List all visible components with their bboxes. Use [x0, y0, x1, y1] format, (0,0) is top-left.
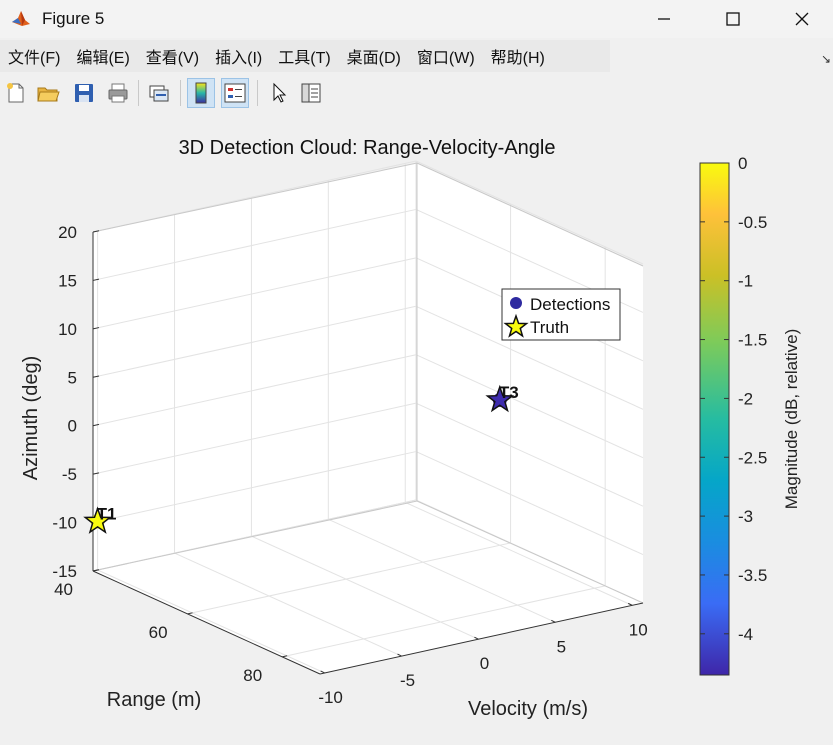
maximize-icon [726, 12, 740, 26]
new-figure-icon [7, 83, 24, 103]
target-label: T3 [499, 383, 519, 402]
y-tick-label: 5 [557, 637, 566, 656]
z-tick-label: -15 [52, 562, 77, 581]
title-bar: Figure 5 [0, 0, 833, 38]
legend[interactable]: Detections Truth [501, 288, 621, 341]
maximize-button[interactable] [699, 0, 767, 38]
minimize-icon [658, 18, 670, 20]
close-icon [795, 12, 809, 26]
chart-title: 3D Detection Cloud: Range-Velocity-Angle [179, 137, 556, 159]
print-button[interactable] [104, 78, 132, 108]
x-tick-label: 40 [54, 580, 73, 599]
z-tick-label: 0 [68, 417, 77, 436]
colorbar-label: Magnitude (dB, relative) [782, 329, 801, 509]
save-button[interactable] [70, 78, 98, 108]
print-icon [108, 83, 128, 103]
toolbar-separator [257, 80, 258, 106]
window-title: Figure 5 [42, 9, 105, 28]
y-tick-label: -10 [318, 688, 343, 707]
menu-item[interactable]: 帮助(H) [483, 44, 553, 68]
menu-item[interactable]: 查看(V) [138, 44, 207, 68]
matlab-logo-icon [12, 11, 30, 26]
save-icon [75, 84, 93, 102]
colorbar-toggle-icon [195, 82, 207, 104]
toolbar [0, 74, 833, 112]
menu-bar: 文件(F) 编辑(E) 查看(V) 插入(I) 工具(T) 桌面(D) 窗口(W) 帮助(H)… [0, 40, 833, 72]
y-tick-label: 10 [629, 620, 648, 639]
toolbar-separator [180, 80, 181, 106]
y-tick-label: 0 [480, 654, 489, 673]
x-tick-label: 60 [149, 623, 168, 642]
legend-detections-marker [510, 297, 522, 309]
open-icon [37, 87, 60, 102]
menu-overflow-icon[interactable]: ↘ [821, 52, 831, 66]
colorbar-toggle-button[interactable] [187, 78, 215, 108]
figure-window: Figure 5 文件(F) 编辑(E) 查看(V) 插入(I) 工具(T) 桌面(D) 窗… [0, 0, 833, 745]
menu-item[interactable]: 窗口(W) [409, 44, 483, 68]
colorbar-tick-label: -3.5 [738, 566, 767, 585]
menu-item[interactable]: 桌面(D) [339, 44, 409, 68]
colorbar-tick-label: 0 [738, 154, 747, 173]
y-tick-label: -5 [400, 671, 415, 690]
z-tick-label: 15 [58, 271, 77, 290]
legend-truth-label: Truth [530, 318, 569, 337]
legend-toggle-icon [224, 83, 246, 103]
legend-toggle-button[interactable] [221, 78, 249, 108]
property-inspector-icon [301, 83, 321, 103]
colorbar-tick-label: -1 [738, 272, 753, 291]
colorbar-tick-label: -0.5 [738, 213, 767, 232]
z-tick-label: 5 [68, 368, 77, 387]
minimize-button[interactable] [630, 0, 698, 38]
colorbar[interactable]: 0 -0.5 -1 -1.5 -2 -2.5 -3 -3.5 -4 Magnitude (dB,… [699, 154, 801, 676]
x-tick-label: 80 [243, 666, 262, 685]
close-button[interactable] [768, 0, 833, 38]
colorbar-tick-label: -2 [738, 389, 753, 408]
chart-area: -15-10-505101520406080-10-50510 T1T2T3 3… [20, 50, 801, 720]
open-button[interactable] [34, 78, 62, 108]
pointer-button[interactable] [265, 78, 293, 108]
z-tick-label: -10 [52, 514, 77, 533]
property-inspector-button[interactable] [297, 78, 325, 108]
figure-canvas: -15-10-505101520406080-10-50510 T1T2T3 3… [0, 50, 833, 745]
link-plot-icon [149, 85, 169, 102]
target-label: T1 [97, 505, 117, 524]
legend-detections-label: Detections [530, 295, 610, 314]
z-tick-label: 10 [58, 320, 77, 339]
colorbar-tick-label: -1.5 [738, 331, 767, 350]
colorbar-tick-label: -3 [738, 507, 753, 526]
menu-item[interactable]: 工具(T) [270, 44, 338, 68]
z-tick-label: 20 [58, 223, 77, 242]
z-tick-label: -5 [62, 465, 77, 484]
menu-item[interactable]: 插入(I) [207, 44, 270, 68]
y-axis-label: Velocity (m/s) [468, 698, 588, 720]
link-plot-button[interactable] [145, 78, 173, 108]
colorbar-tick-label: -4 [738, 625, 753, 644]
menu-strip: 文件(F) 编辑(E) 查看(V) 插入(I) 工具(T) 桌面(D) 窗口(W) 帮助(H) [0, 40, 610, 72]
z-axis-label: Azimuth (deg) [20, 356, 42, 481]
toolbar-separator [138, 80, 139, 106]
menu-item[interactable]: 文件(F) [0, 44, 68, 68]
colorbar-tick-label: -2.5 [738, 448, 767, 467]
pointer-icon [273, 82, 287, 103]
menu-item[interactable]: 编辑(E) [68, 44, 137, 68]
x-axis-label: Range (m) [107, 689, 201, 711]
new-figure-button[interactable] [2, 78, 30, 108]
